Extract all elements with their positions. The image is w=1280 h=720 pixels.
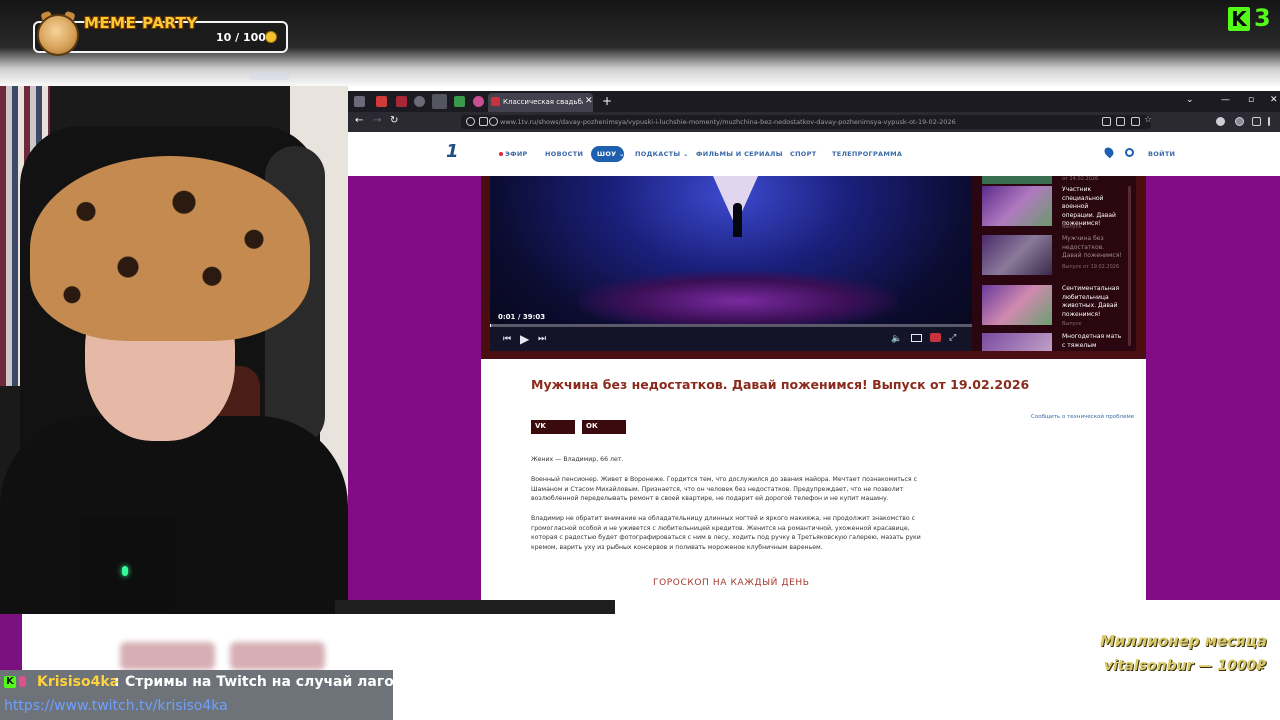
play-icon[interactable]: ▶ <box>520 332 529 346</box>
kick-logo-icon: K <box>1228 7 1250 31</box>
pinned-tab-icon[interactable] <box>454 96 465 107</box>
article-paragraph: Военный пенсионер. Живет в Воронеже. Гор… <box>531 476 918 503</box>
nav-shows[interactable]: ШОУ ⌄ <box>597 150 625 158</box>
pinned-tab-icon[interactable] <box>473 96 484 107</box>
extension-icon[interactable] <box>1235 117 1244 126</box>
related-sub: Выпуск <box>1062 321 1082 327</box>
chat-username: Krisiso4ka <box>37 674 120 690</box>
pinned-tab-icon[interactable] <box>376 96 387 107</box>
related-scrollbar[interactable] <box>1128 186 1131 346</box>
reload-icon[interactable]: ↻ <box>390 115 398 126</box>
kick-icon: K <box>4 676 16 688</box>
new-tab-button[interactable]: + <box>602 94 612 108</box>
purple-edge <box>0 614 22 670</box>
millionaire-donor: vitalsonbur — 1000₽ <box>1103 658 1266 674</box>
pip-icon[interactable] <box>1116 117 1125 126</box>
related-thumb-top <box>982 176 1052 184</box>
pinned-tab-icon[interactable] <box>396 96 407 107</box>
login-link[interactable]: ВОЙТИ <box>1148 150 1175 158</box>
minimize-icon[interactable]: — <box>1221 95 1230 105</box>
live-dot-icon <box>499 152 503 156</box>
app-menu-icon[interactable] <box>1268 117 1270 126</box>
kick-badge-number: 3 <box>1254 4 1271 32</box>
quality-icon[interactable] <box>930 333 941 342</box>
related-title[interactable]: Мужчина без недостатков. Давай поженимся… <box>1062 235 1122 263</box>
next-icon[interactable]: ⏭ <box>538 334 546 344</box>
1tv-favicon-icon <box>491 97 500 106</box>
channel-one-logo[interactable]: 1 <box>446 141 459 162</box>
extension-icon[interactable] <box>1216 117 1225 126</box>
article-paragraph: Жених — Владимир, 66 лет. <box>531 456 624 463</box>
reader-view-icon[interactable] <box>1102 117 1111 126</box>
related-thumb[interactable] <box>982 235 1052 275</box>
active-tab-title: Классическая свадьба VS Сва <box>503 98 583 106</box>
nav-films[interactable]: ФИЛЬМЫ И СЕРИАЛЫ <box>696 150 783 158</box>
background-ghost-bar <box>250 72 290 80</box>
related-title[interactable]: Многодетная мать с тяжелым <box>1062 333 1122 351</box>
extensions-puzzle-icon[interactable] <box>1252 117 1261 126</box>
meme-party-title: MEME PARTY <box>84 14 198 32</box>
related-thumb[interactable] <box>982 333 1052 351</box>
article-paragraph: Владимир не обратит внимание на обладате… <box>531 515 921 551</box>
microphone-led-icon <box>122 566 128 576</box>
coin-icon <box>265 31 277 43</box>
meme-party-counter: 10 / 100 <box>216 31 266 44</box>
video-time: 0:01 / 39:03 <box>498 313 546 321</box>
fullscreen-icon[interactable]: ⤢ <box>949 333 956 343</box>
blurred-element <box>230 642 325 670</box>
nav-efir[interactable]: ЭФИР <box>505 150 528 158</box>
nav-podcasts[interactable]: ПОДКАСТЫ ⌄ <box>635 150 689 158</box>
microphone-badge-icon <box>19 676 26 687</box>
forward-icon[interactable]: → <box>373 115 381 126</box>
tab-close-icon[interactable]: ✕ <box>585 96 593 106</box>
related-sub: Выпуск от 19.02.2026 <box>1062 264 1120 270</box>
maximize-icon[interactable]: ▫ <box>1248 95 1254 105</box>
horoscope-heading[interactable]: ГОРОСКОП НА КАЖДЫЙ ДЕНЬ <box>653 578 810 588</box>
video-stage <box>578 271 898 331</box>
permissions-icon[interactable] <box>479 117 488 126</box>
search-icon[interactable] <box>1125 148 1134 157</box>
shield-icon[interactable] <box>466 117 475 126</box>
millionaire-label: Миллионер месяца <box>1100 632 1267 650</box>
related-title[interactable]: Сентиментальная любительница животных. Д… <box>1062 285 1122 321</box>
pinned-tab-icon[interactable] <box>432 94 447 109</box>
webcam-bottom-strip <box>335 600 615 614</box>
related-sub: Выпуск <box>1062 224 1082 230</box>
pinned-tab-icon[interactable] <box>414 96 425 107</box>
window-close-icon[interactable]: ✕ <box>1270 95 1278 105</box>
article-title: Мужчина без недостатков. Давай поженимся… <box>531 377 1030 392</box>
chat-separator: : <box>114 674 120 690</box>
back-icon[interactable]: ← <box>355 115 363 126</box>
video-silhouette <box>733 203 742 237</box>
related-thumb[interactable] <box>982 285 1052 325</box>
bookmark-star-icon[interactable]: ☆ <box>1144 115 1153 125</box>
nav-tv-program[interactable]: ТЕЛЕПРОГРАММА <box>832 150 902 158</box>
chat-link[interactable]: https://www.twitch.tv/krisiso4ka <box>4 698 228 714</box>
nav-sport[interactable]: СПОРТ <box>790 150 816 158</box>
chat-message: Стримы на Twitch на случай лагов <box>125 674 403 690</box>
webcam-feed <box>0 86 348 614</box>
blurred-element <box>120 642 215 670</box>
vk-icon: VK <box>535 422 546 430</box>
lock-icon[interactable] <box>489 117 498 126</box>
related-date: от 24.02.2026 <box>1062 176 1099 182</box>
doge-icon <box>37 14 79 56</box>
webcam-microphone <box>80 516 175 611</box>
webcam-leopard-hat <box>30 156 310 341</box>
settings-icon[interactable] <box>911 334 922 342</box>
volume-icon[interactable]: 🔈 <box>891 334 902 344</box>
screenshot-icon[interactable] <box>1131 117 1140 126</box>
tab-list-icon[interactable]: ⌄ <box>1186 95 1194 105</box>
nav-news[interactable]: НОВОСТИ <box>545 150 583 158</box>
report-problem-link[interactable]: Сообщить о технической проблеме <box>1031 414 1134 420</box>
previous-icon[interactable]: ⏮ <box>503 334 511 344</box>
url-text[interactable]: www.1tv.ru/shows/davay-pozhenimsya/vypus… <box>500 118 1060 128</box>
ok-icon: ОК <box>586 422 598 430</box>
related-thumb[interactable] <box>982 186 1052 226</box>
tab-sidebar-icon[interactable] <box>354 96 365 107</box>
